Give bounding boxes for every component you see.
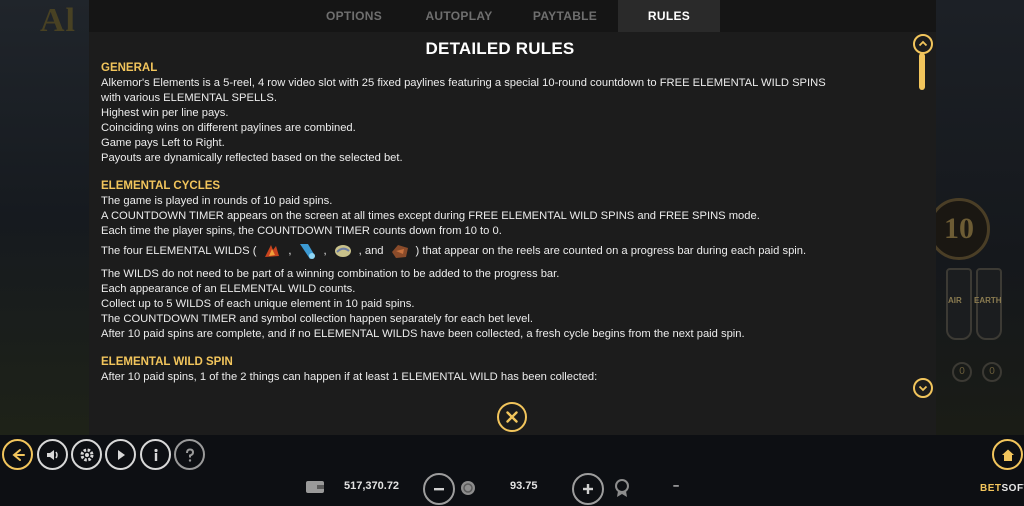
home-button[interactable] [992, 439, 1023, 470]
rules-line: The game is played in rounds of 10 paid … [101, 195, 333, 207]
bet-value: 93.75 [510, 480, 538, 492]
back-button[interactable] [2, 439, 33, 470]
water-wild-icon [299, 244, 315, 259]
help-panel: OPTIONS AUTOPLAY PAYTABLE RULES DETAILED… [89, 0, 936, 435]
autoplay-button[interactable] [105, 439, 136, 470]
question-mark-icon [185, 447, 194, 462]
wallet-icon [306, 481, 324, 493]
rules-text: , [288, 244, 292, 257]
rules-line: Highest win per line pays. [101, 107, 229, 119]
minus-icon [434, 488, 444, 491]
win-trophy-icon [615, 479, 629, 497]
close-button[interactable] [497, 402, 527, 432]
chevron-down-icon [918, 385, 928, 392]
scroll-up-button[interactable] [913, 34, 933, 54]
play-icon [117, 449, 125, 460]
close-icon [506, 411, 518, 423]
chevron-up-icon [918, 40, 928, 47]
rules-line: A COUNTDOWN TIMER appears on the screen … [101, 210, 760, 222]
rules-line: The COUNTDOWN TIMER and symbol collectio… [101, 313, 533, 325]
help-button[interactable] [174, 439, 205, 470]
tab-paytable[interactable]: PAYTABLE [515, 0, 615, 32]
win-value: – [673, 480, 680, 492]
tab-options[interactable]: OPTIONS [304, 0, 404, 32]
increase-bet-button[interactable] [572, 473, 604, 505]
rules-text: ) that appear on the reels are counted o… [415, 244, 807, 257]
info-button[interactable] [140, 439, 171, 470]
betsoft-logo: BETSOFT [980, 483, 1024, 494]
game-logo-fragment: Al [40, 2, 76, 39]
section-title-elemental-cycles: ELEMENTAL CYCLES [101, 180, 221, 192]
rules-line: After 10 paid spins, 1 of the 2 things c… [101, 371, 598, 383]
progress-dot: 0 [952, 362, 972, 382]
rules-text: , [323, 244, 327, 257]
scrollbar-track[interactable] [918, 52, 924, 380]
coin-stack-icon [461, 481, 475, 495]
rules-content: GENERAL Alkemor's Elements is a 5-reel, … [101, 61, 901, 398]
air-wild-icon [334, 245, 351, 257]
plus-icon [583, 484, 593, 494]
scroll-down-button[interactable] [913, 378, 933, 398]
rules-line: The WILDS do not need to be part of a wi… [101, 268, 560, 280]
scrollbar-thumb[interactable] [919, 53, 925, 90]
rules-line: Each time the player spins, the COUNTDOW… [101, 225, 502, 237]
tab-autoplay[interactable]: AUTOPLAY [409, 0, 509, 32]
progress-dot: 0 [982, 362, 1002, 382]
air-vial-label: AIR [948, 296, 962, 305]
earth-wild-icon [391, 245, 408, 258]
rules-line: Alkemor's Elements is a 5-reel, 4 row vi… [101, 77, 826, 89]
info-icon [153, 448, 158, 461]
game-background-left [0, 0, 92, 435]
sound-button[interactable] [37, 439, 68, 470]
rules-line: with various ELEMENTAL SPELLS. [101, 92, 277, 104]
decrease-bet-button[interactable] [423, 473, 455, 505]
rules-line: Game pays Left to Right. [101, 137, 225, 149]
brand-part-a: BET [980, 483, 1002, 494]
rules-text: The four ELEMENTAL WILDS ( [101, 244, 257, 257]
rules-line: Each appearance of an ELEMENTAL WILD cou… [101, 283, 356, 295]
brand-part-b: SOFT [1001, 483, 1024, 494]
back-arrow-icon [11, 448, 25, 461]
page-title: DETAILED RULES [425, 39, 575, 58]
countdown-timer-background: 10 [928, 198, 990, 260]
rules-line: Payouts are dynamically reflected based … [101, 152, 403, 164]
settings-button[interactable] [71, 439, 102, 470]
section-title-elemental-wild-spin: ELEMENTAL WILD SPIN [101, 356, 233, 368]
rules-text: , and [358, 244, 384, 257]
section-title-general: GENERAL [101, 62, 158, 74]
rules-line: Coinciding wins on different paylines ar… [101, 122, 356, 134]
home-icon [1001, 449, 1014, 461]
gear-icon [80, 448, 93, 461]
elemental-wilds-line: The four ELEMENTAL WILDS ( , , , and ) t… [101, 239, 901, 263]
earth-vial-label: EARTH [974, 296, 1002, 305]
rules-line: After 10 paid spins are complete, and if… [101, 328, 745, 340]
tab-bar: OPTIONS AUTOPLAY PAYTABLE RULES [89, 0, 936, 32]
rules-line: Collect up to 5 WILDS of each unique ele… [101, 298, 415, 310]
balance-value: 517,370.72 [344, 480, 400, 492]
speaker-icon [46, 449, 58, 460]
tab-rules[interactable]: RULES [618, 0, 720, 32]
fire-wild-icon [265, 245, 280, 257]
